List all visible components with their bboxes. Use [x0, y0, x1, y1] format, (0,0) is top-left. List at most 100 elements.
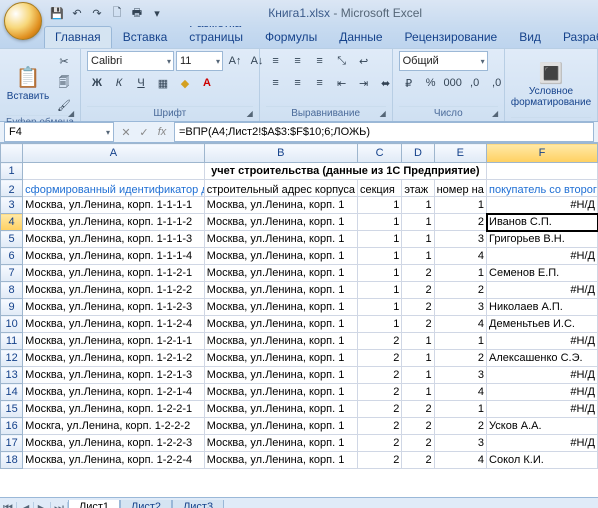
cell-F15[interactable]: #Н/Д: [487, 401, 598, 418]
header-cell-A[interactable]: сформированный идентификатор для строки: [23, 180, 205, 197]
cell-C14[interactable]: 2: [357, 384, 401, 401]
cell-E13[interactable]: 3: [434, 367, 486, 384]
cell-C3[interactable]: 1: [357, 197, 401, 214]
office-button[interactable]: [4, 2, 42, 40]
accept-formula-icon[interactable]: ✓: [136, 126, 152, 139]
italic-button[interactable]: К: [109, 73, 129, 93]
column-header-C[interactable]: C: [357, 144, 401, 163]
align-right-icon[interactable]: ≡: [310, 73, 330, 93]
column-header-F[interactable]: F: [487, 144, 598, 163]
currency-icon[interactable]: ₽: [399, 73, 419, 93]
cell-F4[interactable]: Иванов С.П.: [487, 214, 598, 231]
grow-font-icon[interactable]: A↑: [225, 51, 245, 71]
cell-E15[interactable]: 1: [434, 401, 486, 418]
cell-D5[interactable]: 1: [402, 231, 434, 248]
row-header[interactable]: 14: [1, 384, 23, 401]
row-header[interactable]: 16: [1, 418, 23, 435]
row-header[interactable]: 11: [1, 333, 23, 350]
cell-E7[interactable]: 1: [434, 265, 486, 282]
cell-A8[interactable]: Москва, ул.Ленина, корп. 1-1-2-2: [23, 282, 205, 299]
cell-A3[interactable]: Москва, ул.Ленина, корп. 1-1-1-1: [23, 197, 205, 214]
row-header[interactable]: 15: [1, 401, 23, 418]
sheet-tab-2[interactable]: Лист3: [172, 500, 224, 508]
cell-E5[interactable]: 3: [434, 231, 486, 248]
cut-icon[interactable]: ✂: [54, 51, 74, 71]
cell-E17[interactable]: 3: [434, 435, 486, 452]
fill-color-icon[interactable]: ◆: [175, 73, 195, 93]
cell-D6[interactable]: 1: [402, 248, 434, 265]
cell-A7[interactable]: Москва, ул.Ленина, корп. 1-1-2-1: [23, 265, 205, 282]
sheet-tab-0[interactable]: Лист1: [68, 500, 120, 508]
print-preview-icon[interactable]: 🗋: [108, 4, 126, 22]
cell-F18[interactable]: Сокол К.И.: [487, 452, 598, 469]
border-icon[interactable]: ▦: [153, 73, 173, 93]
sheet-nav-last-icon[interactable]: ⏭: [51, 502, 68, 508]
cell-A11[interactable]: Москва, ул.Ленина, корп. 1-2-1-1: [23, 333, 205, 350]
orientation-icon[interactable]: ⤡: [332, 51, 352, 71]
row-header[interactable]: 8: [1, 282, 23, 299]
cell-C17[interactable]: 2: [357, 435, 401, 452]
cancel-formula-icon[interactable]: ✕: [118, 126, 134, 139]
cell[interactable]: [487, 163, 598, 180]
cell-B15[interactable]: Москва, ул.Ленина, корп. 1: [204, 401, 357, 418]
row-header[interactable]: 4: [1, 214, 23, 231]
cell-A12[interactable]: Москва, ул.Ленина, корп. 1-2-1-2: [23, 350, 205, 367]
font-color-icon[interactable]: A: [197, 73, 217, 93]
header-cell-B[interactable]: строительный адрес корпуса: [204, 180, 357, 197]
redo-icon[interactable]: ↷: [88, 4, 106, 22]
sheet-nav-prev-icon[interactable]: ◀: [17, 502, 34, 508]
cell-A13[interactable]: Москва, ул.Ленина, корп. 1-2-1-3: [23, 367, 205, 384]
select-all-corner[interactable]: [1, 144, 23, 163]
worksheet-grid[interactable]: ABCDEF1учет строительства (данные из 1С …: [0, 143, 598, 497]
cell-D17[interactable]: 2: [402, 435, 434, 452]
cell-D13[interactable]: 1: [402, 367, 434, 384]
cell-D12[interactable]: 1: [402, 350, 434, 367]
comma-icon[interactable]: 000: [443, 73, 463, 93]
cell-C10[interactable]: 1: [357, 316, 401, 333]
cell-B16[interactable]: Москва, ул.Ленина, корп. 1: [204, 418, 357, 435]
ribbon-tab-0[interactable]: Главная: [44, 26, 112, 48]
cell-F16[interactable]: Усков А.А.: [487, 418, 598, 435]
cell-C4[interactable]: 1: [357, 214, 401, 231]
indent-inc-icon[interactable]: ⇥: [354, 73, 374, 93]
cell-F7[interactable]: Семенов Е.П.: [487, 265, 598, 282]
cell-E11[interactable]: 1: [434, 333, 486, 350]
cell-E12[interactable]: 2: [434, 350, 486, 367]
cell-A18[interactable]: Москва, ул.Ленина, корп. 1-2-2-4: [23, 452, 205, 469]
cell-A10[interactable]: Москва, ул.Ленина, корп. 1-1-2-4: [23, 316, 205, 333]
cell-A4[interactable]: Москва, ул.Ленина, корп. 1-1-1-2: [23, 214, 205, 231]
cell-D9[interactable]: 2: [402, 299, 434, 316]
cell-B8[interactable]: Москва, ул.Ленина, корп. 1: [204, 282, 357, 299]
wrap-text-icon[interactable]: ↩: [354, 51, 374, 71]
header-cell-D[interactable]: этаж: [402, 180, 434, 197]
print-icon[interactable]: 🖶: [128, 4, 146, 22]
paste-button[interactable]: 📋 Вставить: [6, 56, 50, 110]
cell-D7[interactable]: 2: [402, 265, 434, 282]
cell-A5[interactable]: Москва, ул.Ленина, корп. 1-1-1-3: [23, 231, 205, 248]
align-center-icon[interactable]: ≡: [288, 73, 308, 93]
cell-C5[interactable]: 1: [357, 231, 401, 248]
cell-C18[interactable]: 2: [357, 452, 401, 469]
header-cell-F[interactable]: покупатель со второго листа: [487, 180, 598, 197]
cell[interactable]: [23, 163, 205, 180]
row-header[interactable]: 7: [1, 265, 23, 282]
cell-F11[interactable]: #Н/Д: [487, 333, 598, 350]
font-size-combo[interactable]: 11: [176, 51, 223, 71]
sheet-nav-first-icon[interactable]: ⏮: [0, 502, 17, 508]
column-header-D[interactable]: D: [402, 144, 434, 163]
cell-B4[interactable]: Москва, ул.Ленина, корп. 1: [204, 214, 357, 231]
dialog-launcher-icon[interactable]: ◢: [380, 109, 390, 119]
cell-D15[interactable]: 2: [402, 401, 434, 418]
ribbon-tab-5[interactable]: Рецензирование: [394, 26, 509, 48]
cell-C8[interactable]: 1: [357, 282, 401, 299]
undo-icon[interactable]: ↶: [68, 4, 86, 22]
cell-F9[interactable]: Николаев А.П.: [487, 299, 598, 316]
cell-F6[interactable]: #Н/Д: [487, 248, 598, 265]
cell-E9[interactable]: 3: [434, 299, 486, 316]
row-header[interactable]: 17: [1, 435, 23, 452]
cell-F3[interactable]: #Н/Д: [487, 197, 598, 214]
cell-B13[interactable]: Москва, ул.Ленина, корп. 1: [204, 367, 357, 384]
cell-C6[interactable]: 1: [357, 248, 401, 265]
cell-D8[interactable]: 2: [402, 282, 434, 299]
cell-B5[interactable]: Москва, ул.Ленина, корп. 1: [204, 231, 357, 248]
